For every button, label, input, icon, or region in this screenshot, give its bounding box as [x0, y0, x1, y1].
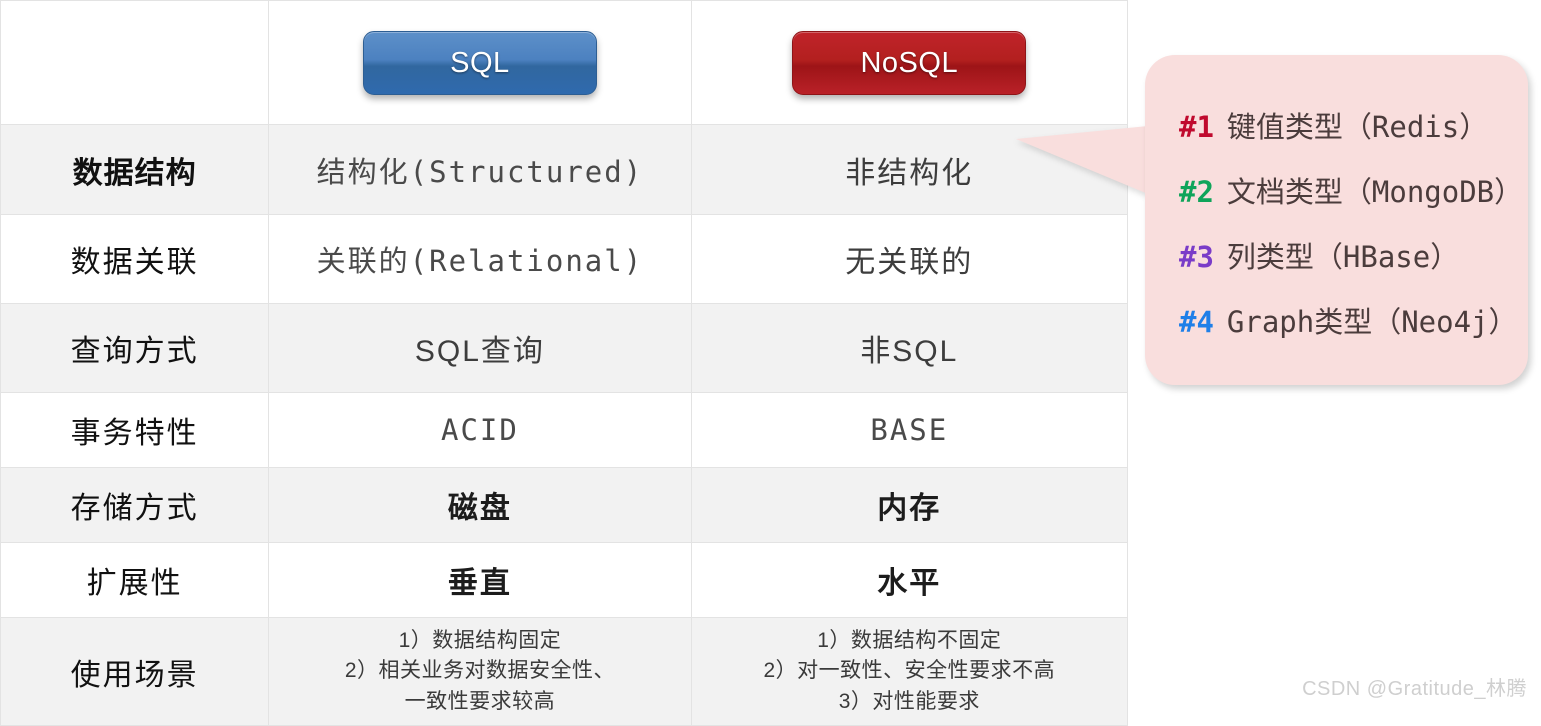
slide-canvas: SQL NoSQL 数据结构 结构化(Structured) 非结构化 数据关联…	[0, 0, 1541, 726]
usecase-line: 3）对性能要求	[838, 689, 980, 713]
callout-item: #1 键值类型（Redis）	[1179, 95, 1528, 160]
usecase-line: 1）数据结构不固定	[817, 629, 1002, 653]
row-label-transaction: 事务特性	[0, 392, 270, 468]
nosql-types-callout: #1 键值类型（Redis） #2 文档类型（MongoDB） #3 列类型（HBas…	[1145, 55, 1528, 385]
cell-nosql-query-method: 非SQL	[690, 303, 1129, 393]
table-row: 查询方式 SQL查询 非SQL	[0, 303, 1129, 393]
usecase-line: 1）数据结构固定	[398, 629, 562, 653]
cell-nosql-scalability: 水平	[690, 542, 1129, 618]
row-label-query-method: 查询方式	[0, 303, 270, 393]
cell-sql-data-structure: 结构化(Structured)	[268, 124, 692, 215]
cell-nosql-data-relation: 无关联的	[690, 214, 1129, 304]
sql-badge: SQL	[362, 30, 597, 95]
table-row: 存储方式 磁盘 内存	[0, 467, 1129, 543]
callout-item-label: 键值类型（Redis）	[1226, 110, 1489, 144]
callout-item-label: 文档类型（MongoDB）	[1226, 175, 1524, 209]
csdn-watermark: CSDN @Gratitude_林腾	[1302, 678, 1527, 700]
cell-sql-data-relation: 关联的(Relational)	[268, 214, 692, 304]
sql-vs-nosql-comparison-table: SQL NoSQL 数据结构 结构化(Structured) 非结构化 数据关联…	[0, 0, 1129, 726]
callout-item-number: #1	[1179, 110, 1214, 144]
header-nosql-cell: NoSQL	[690, 0, 1129, 125]
table-row: 数据结构 结构化(Structured) 非结构化	[0, 124, 1129, 215]
table-row: 数据关联 关联的(Relational) 无关联的	[0, 214, 1129, 304]
row-label-scalability: 扩展性	[0, 542, 270, 618]
nosql-badge: NoSQL	[792, 30, 1027, 95]
header-empty-cell	[0, 0, 270, 125]
callout-item-label: 列类型（HBase）	[1226, 240, 1460, 274]
row-label-usecase: 使用场景	[0, 617, 270, 726]
cell-sql-usecase: 1）数据结构固定 2）相关业务对数据安全性、 一致性要求较高	[268, 617, 692, 726]
header-sql-cell: SQL	[268, 0, 692, 125]
table-row: 扩展性 垂直 水平	[0, 542, 1129, 618]
callout-pointer-icon	[1016, 126, 1148, 194]
table-row: 使用场景 1）数据结构固定 2）相关业务对数据安全性、 一致性要求较高 1）数据…	[0, 617, 1129, 726]
callout-item-number: #3	[1179, 240, 1214, 274]
callout-item: #2 文档类型（MongoDB）	[1179, 160, 1528, 225]
cell-sql-storage: 磁盘	[268, 467, 692, 543]
usecase-line: 2）对一致性、安全性要求不高	[763, 659, 1056, 683]
cell-sql-query-method: SQL查询	[268, 303, 692, 393]
row-label-data-structure: 数据结构	[0, 124, 270, 215]
callout-item: #3 列类型（HBase）	[1179, 225, 1528, 290]
callout-item-number: #4	[1179, 305, 1214, 339]
row-label-storage: 存储方式	[0, 467, 270, 543]
callout-item-label: Graph类型（Neo4j）	[1226, 305, 1518, 339]
usecase-line: 一致性要求较高	[404, 689, 556, 713]
cell-nosql-storage: 内存	[690, 467, 1129, 543]
cell-sql-scalability: 垂直	[268, 542, 692, 618]
table-header-row: SQL NoSQL	[0, 0, 1129, 125]
cell-nosql-usecase: 1）数据结构不固定 2）对一致性、安全性要求不高 3）对性能要求	[690, 617, 1129, 726]
cell-nosql-transaction: BASE	[690, 392, 1129, 468]
table-row: 事务特性 ACID BASE	[0, 392, 1129, 468]
row-label-data-relation: 数据关联	[0, 214, 270, 304]
callout-item: #4 Graph类型（Neo4j）	[1179, 290, 1528, 355]
callout-item-number: #2	[1179, 175, 1214, 209]
cell-sql-transaction: ACID	[268, 392, 692, 468]
usecase-line: 2）相关业务对数据安全性、	[344, 659, 615, 683]
